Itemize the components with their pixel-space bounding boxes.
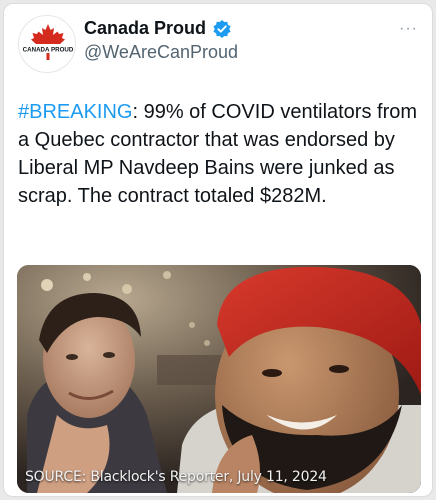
- tweet-card: CANADA PROUD Canada Proud @WeAreCanProud…: [3, 3, 433, 497]
- account-handle[interactable]: @WeAreCanProud: [84, 42, 238, 63]
- photo-illustration: [17, 265, 421, 493]
- display-name[interactable]: Canada Proud: [84, 18, 206, 39]
- name-row: Canada Proud: [84, 18, 232, 39]
- media-source-caption: SOURCE: Blacklock's Reporter, July 11, 2…: [25, 469, 327, 485]
- tweet-media-image[interactable]: SOURCE: Blacklock's Reporter, July 11, 2…: [17, 265, 421, 493]
- avatar-logo-text: CANADA PROUD: [23, 47, 74, 54]
- profile-avatar[interactable]: CANADA PROUD: [18, 15, 76, 73]
- maple-leaf-logo-icon: CANADA PROUD: [23, 24, 74, 60]
- verified-badge-icon: [212, 19, 232, 39]
- hashtag-link[interactable]: #BREAKING: [18, 101, 132, 123]
- more-options-icon[interactable]: ···: [399, 20, 418, 38]
- tweet-text: #BREAKING: 99% of COVID ventilators from…: [18, 98, 422, 210]
